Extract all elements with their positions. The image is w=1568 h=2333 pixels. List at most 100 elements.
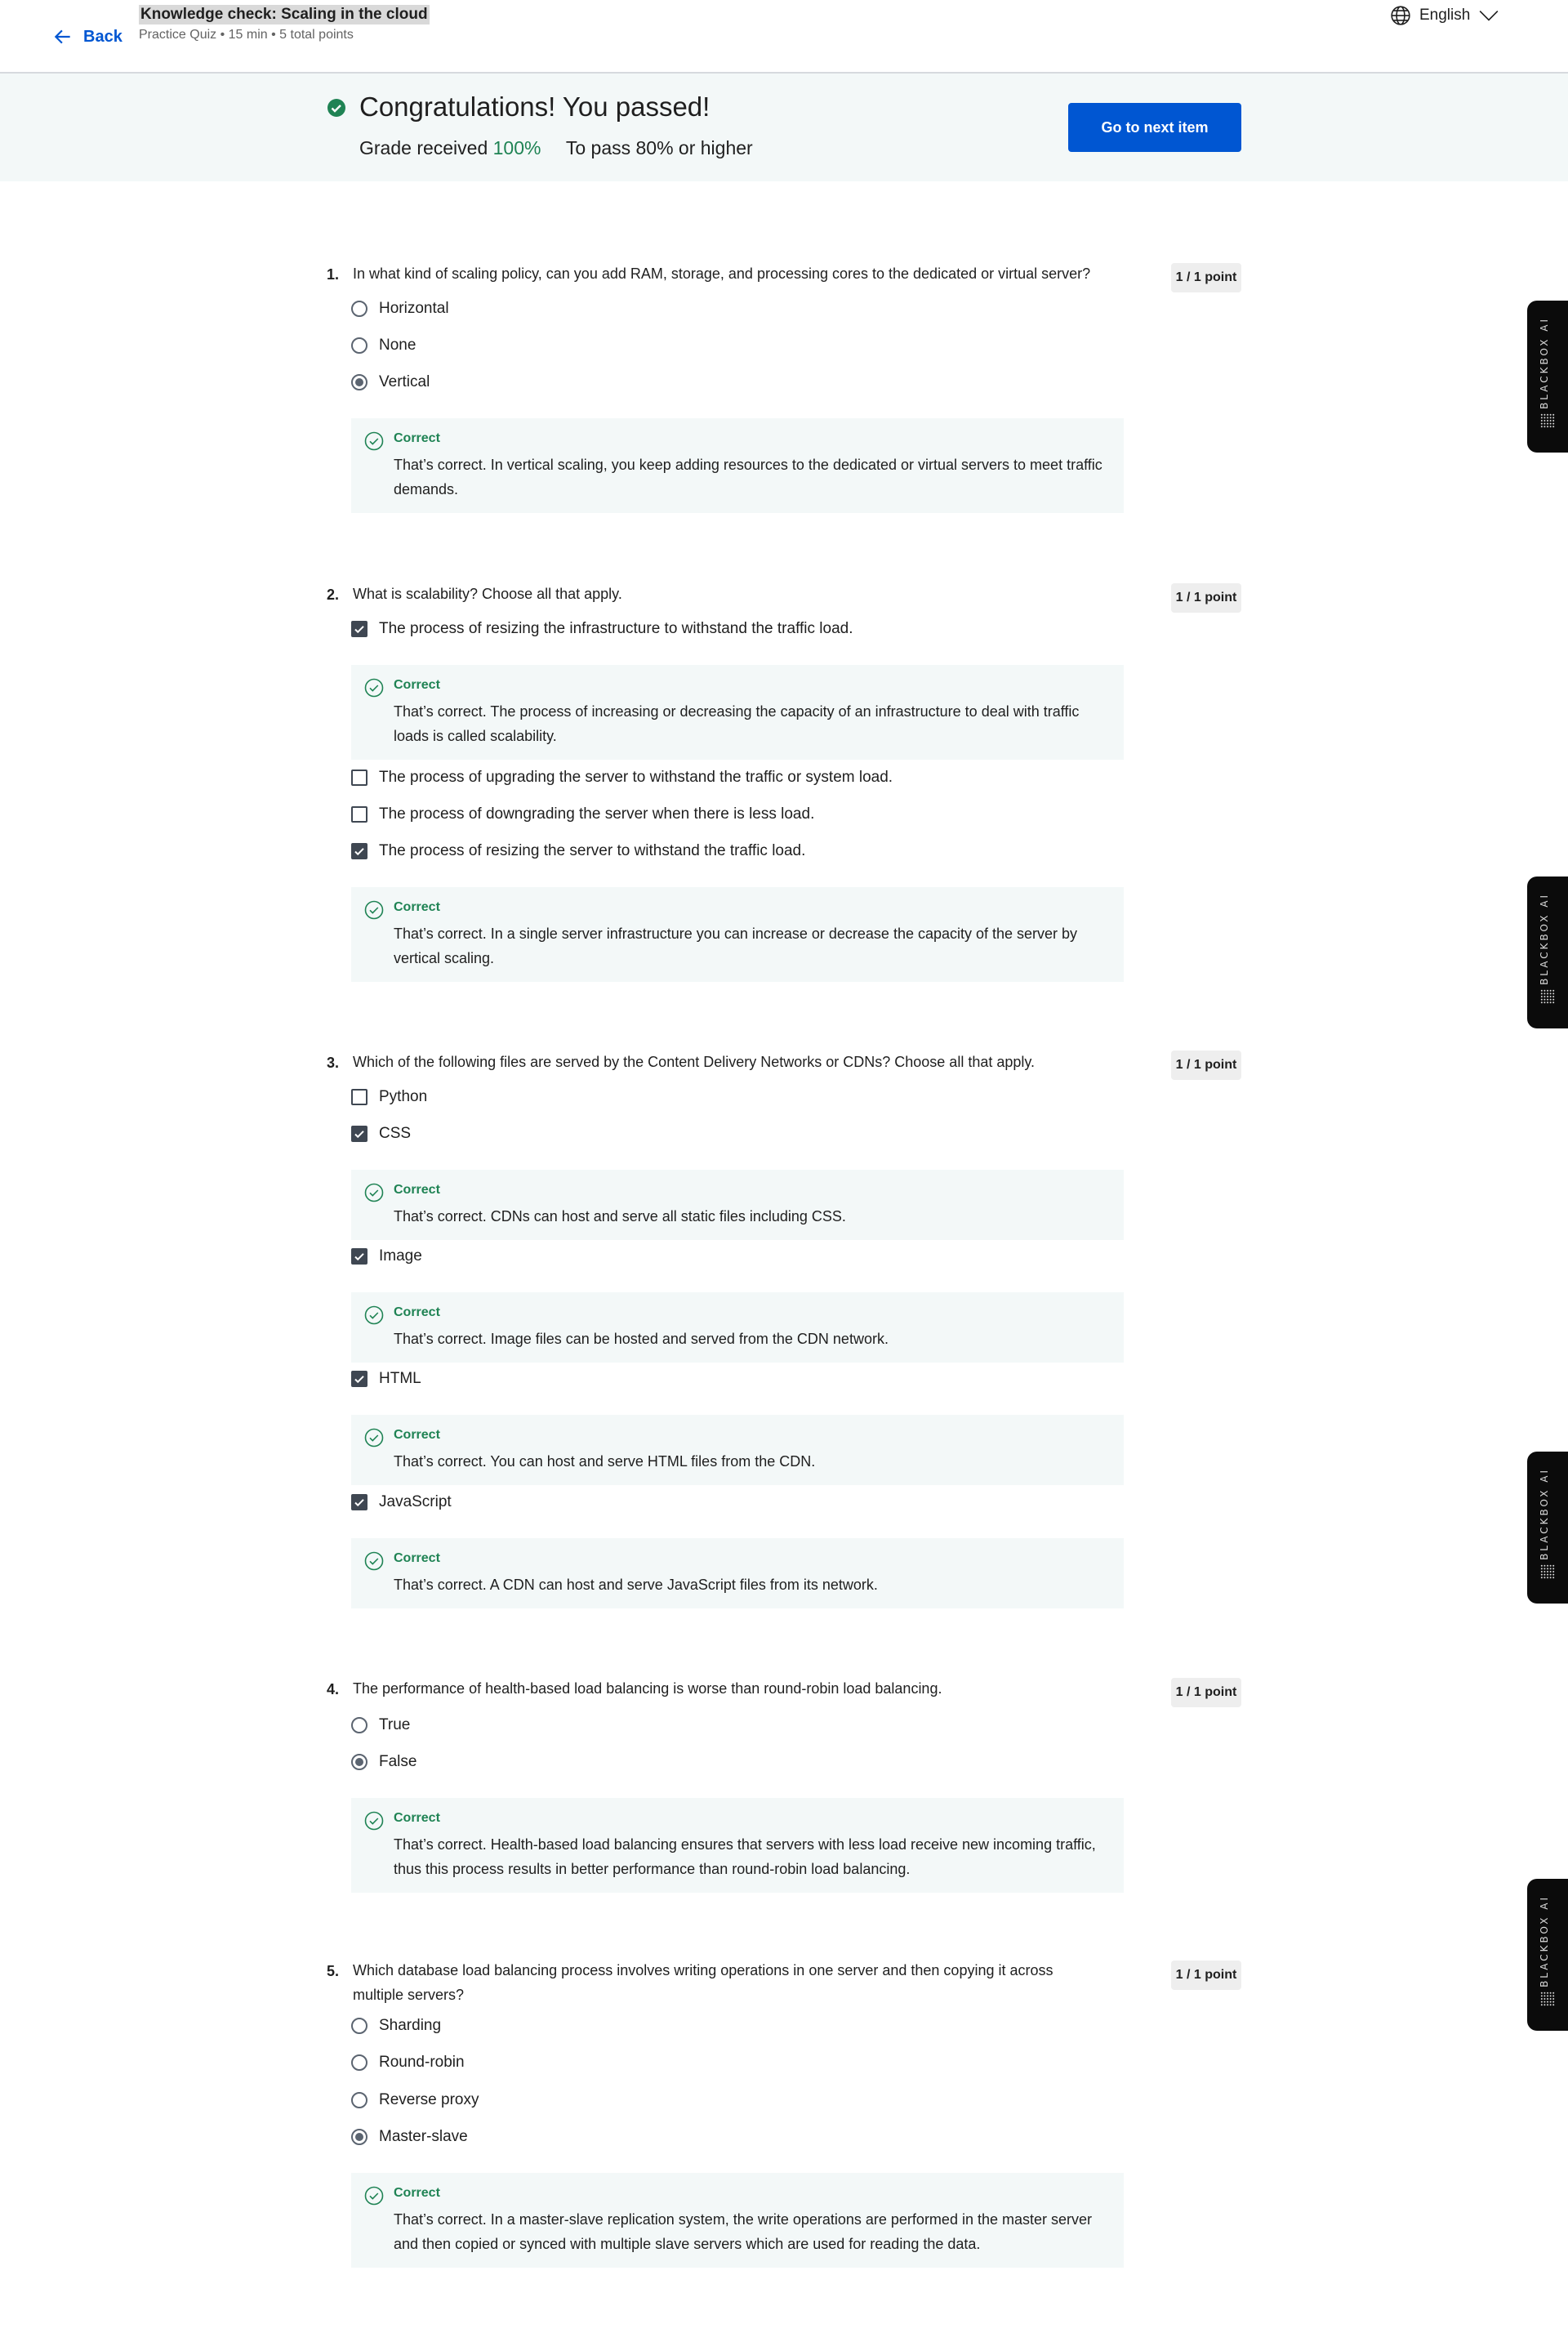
checkbox-option[interactable]: CSS (351, 1122, 411, 1146)
blackbox-ai-label: BLACKBOX AI (1539, 1895, 1550, 1987)
blackbox-ai-tab[interactable]: BLACKBOX AI (1527, 1452, 1568, 1604)
checkbox-option[interactable]: Python (351, 1085, 427, 1109)
feedback-correct: Correct That’s correct. Health-based load… (351, 1798, 1124, 1893)
question-text: Which database load balancing process in… (353, 1962, 1054, 2003)
option-label: JavaScript (379, 1493, 452, 1510)
option-label: The process of resizing the server to wi… (379, 842, 806, 859)
radio-unselected[interactable] (351, 1717, 368, 1733)
feedback-correct: Correct That’s correct. In vertical scali… (351, 418, 1124, 513)
correct-check-icon (364, 1551, 384, 1571)
correct-check-icon (364, 1305, 384, 1325)
dots-grid-icon (1540, 989, 1555, 1004)
option-label: CSS (379, 1125, 412, 1142)
language-label: English (1419, 7, 1471, 24)
correct-check-icon (364, 2186, 384, 2206)
pass-title: Congratulations! You passed! (359, 91, 710, 122)
checkbox-option[interactable]: The process of upgrading the server to w… (351, 765, 893, 790)
checkbox-unchecked[interactable] (351, 769, 368, 786)
checkbox-option[interactable]: HTML (351, 1367, 421, 1391)
checkmark-icon (354, 1499, 364, 1507)
checkbox-option[interactable]: Image (351, 1244, 422, 1269)
option-label: Vertical (379, 373, 430, 390)
question-number: 4. (327, 1681, 340, 1697)
radio-option[interactable]: Reverse proxy (351, 2088, 479, 2112)
question-number: 3. (327, 1055, 340, 1071)
correct-check-icon (364, 900, 384, 920)
blackbox-ai-tab[interactable]: BLACKBOX AI (1527, 301, 1568, 453)
checkbox-option[interactable]: The process of resizing the server to wi… (351, 839, 805, 863)
feedback-label: Correct (394, 2186, 440, 2200)
correct-check-icon (364, 678, 384, 698)
option-label: Reverse proxy (379, 2091, 479, 2108)
correct-check-icon (364, 1183, 384, 1202)
feedback-correct: Correct That’s correct. CDNs can host and… (351, 1170, 1124, 1240)
radio-option[interactable]: Vertical (351, 370, 430, 395)
question-number: 1. (327, 266, 340, 283)
dots-grid-icon (1540, 1564, 1555, 1579)
blackbox-ai-tab[interactable]: BLACKBOX AI (1527, 1879, 1568, 2031)
checkbox-unchecked[interactable] (351, 806, 368, 823)
radio-selected[interactable] (351, 2129, 368, 2145)
feedback-text: That’s correct. In vertical scaling, you… (394, 457, 1102, 497)
blackbox-ai-label: BLACKBOX AI (1539, 893, 1550, 985)
back-button[interactable]: Back (52, 23, 122, 51)
radio-unselected[interactable] (351, 337, 368, 354)
feedback-label: Correct (394, 431, 440, 445)
radio-option[interactable]: True (351, 1713, 410, 1737)
feedback-correct: Correct That’s correct. In a master-slave… (351, 2173, 1124, 2268)
feedback-label: Correct (394, 1183, 440, 1197)
quiz-meta: Practice Quiz • 15 min • 5 total points (139, 28, 354, 42)
checkbox-checked[interactable] (351, 1371, 368, 1387)
feedback-label: Correct (394, 678, 440, 692)
language-selector[interactable]: English (1390, 5, 1499, 26)
checkbox-option[interactable]: The process of resizing the infrastructu… (351, 617, 853, 641)
radio-option[interactable]: False (351, 1750, 416, 1774)
radio-unselected[interactable] (351, 2054, 368, 2071)
radio-unselected[interactable] (351, 301, 368, 317)
quiz-title: Knowledge check: Scaling in the cloud (139, 5, 430, 25)
blackbox-ai-label: BLACKBOX AI (1539, 1468, 1550, 1560)
blackbox-ai-tab[interactable]: BLACKBOX AI (1527, 877, 1568, 1028)
pass-label: To pass (565, 137, 631, 158)
feedback-text: That’s correct. CDNs can host and serve … (394, 1208, 846, 1224)
checkbox-checked[interactable] (351, 1248, 368, 1265)
checkbox-checked[interactable] (351, 621, 368, 637)
radio-unselected[interactable] (351, 2018, 368, 2034)
chevron-down-icon (1479, 11, 1499, 21)
radio-option[interactable]: Horizontal (351, 297, 449, 321)
radio-unselected[interactable] (351, 2092, 368, 2108)
option-label: The process of resizing the infrastructu… (379, 620, 853, 637)
checkbox-checked[interactable] (351, 1126, 368, 1142)
feedback-label: Correct (394, 1428, 440, 1442)
feedback-text: That’s correct. In a single server infra… (394, 926, 1078, 966)
go-to-next-item-button[interactable]: Go to next item (1068, 103, 1241, 152)
checkbox-checked[interactable] (351, 843, 368, 859)
correct-check-icon (364, 1811, 384, 1831)
top-header: Back Knowledge check: Scaling in the clo… (0, 0, 1568, 74)
checkbox-option[interactable]: JavaScript (351, 1490, 452, 1514)
arrow-left-icon (54, 29, 70, 44)
radio-selected[interactable] (351, 1754, 368, 1770)
feedback-text: That’s correct. Image files can be hoste… (394, 1331, 889, 1347)
feedback-correct: Correct That’s correct. In a single serve… (351, 887, 1124, 982)
feedback-text: That’s correct. Health-based load balanc… (394, 1836, 1096, 1877)
checkbox-option[interactable]: The process of downgrading the server wh… (351, 802, 814, 827)
feedback-text: That’s correct. The process of increasin… (394, 703, 1080, 744)
question-text: Which of the following files are served … (353, 1054, 1036, 1070)
question-text: What is scalability? Choose all that app… (353, 586, 622, 602)
checkbox-unchecked[interactable] (351, 1089, 368, 1105)
checkmark-icon (354, 1253, 364, 1261)
question-number: 5. (327, 1963, 340, 1979)
radio-option[interactable]: Sharding (351, 2014, 441, 2038)
radio-option[interactable]: Round-robin (351, 2050, 465, 2075)
radio-selected[interactable] (351, 374, 368, 390)
globe-icon (1391, 6, 1410, 25)
pass-banner: Congratulations! You passed! Grade recei… (0, 74, 1568, 181)
checkbox-checked[interactable] (351, 1494, 368, 1510)
radio-option[interactable]: None (351, 333, 416, 358)
question-text: The performance of health-based load bal… (353, 1680, 942, 1697)
radio-option[interactable]: Master-slave (351, 2125, 468, 2149)
feedback-text: That’s correct. In a master-slave replic… (394, 2211, 1093, 2252)
points-badge: 1 / 1 point (1171, 1678, 1241, 1707)
checkmark-icon (354, 848, 364, 856)
